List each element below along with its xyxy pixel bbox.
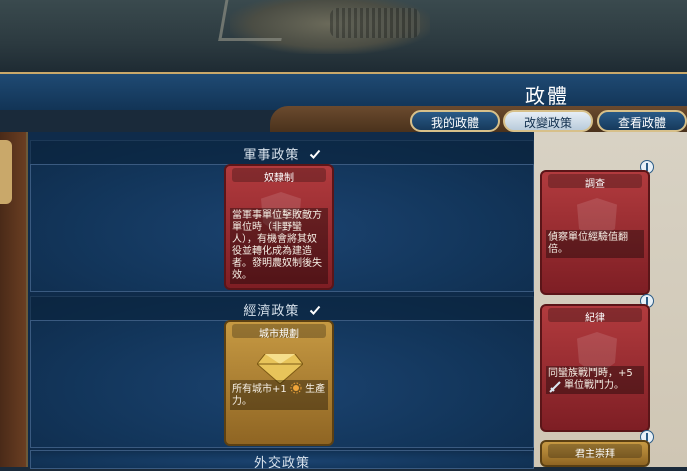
map-city (330, 8, 420, 38)
tab-view-government[interactable]: 查看政體 (597, 110, 687, 132)
tab-my-government[interactable]: 我的政體 (410, 110, 500, 132)
card-title: 城市規劃 (259, 329, 299, 340)
collapse-handle[interactable] (0, 140, 12, 204)
economic-section-header: 經濟政策 (30, 296, 534, 321)
available-card-1[interactable]: 調查 偵察單位經驗值翻倍。 (540, 170, 650, 295)
card-description: 同蠻族戰鬥時，+5 單位戰鬥力。 (546, 366, 644, 394)
economic-section-title: 經濟政策 (243, 304, 300, 319)
sword-icon (549, 381, 561, 393)
card-description-part-1: 所有城市+1 (232, 384, 287, 395)
diplomatic-policy-section: 外交政策 (30, 450, 534, 471)
military-section-title: 軍事政策 (243, 148, 300, 163)
military-section-header: 軍事政策 (30, 140, 534, 165)
economic-policy-card[interactable]: 城市規劃 所有城市+1 生產力。 (224, 320, 334, 446)
card-description: 偵察單位經驗值翻倍。 (546, 230, 644, 258)
military-policy-card[interactable]: 奴隸制 當軍事單位擊敗敵方單位時（非野蠻人），有機會將其奴役並轉化成為建造者。發… (224, 164, 334, 290)
available-card-3[interactable]: 君主崇拜 (540, 440, 650, 467)
card-title: 調查 (585, 179, 605, 190)
card-title: 紀律 (585, 313, 605, 324)
government-title-bar: 政體 (0, 72, 687, 110)
card-description: 當軍事單位擊敗敵方單位時（非野蠻人），有機會將其奴役並轉化成為建造者。發明農奴制… (230, 208, 328, 284)
available-card-2[interactable]: 紀律 同蠻族戰鬥時，+5 單位戰鬥力。 (540, 304, 650, 432)
military-policy-section: 軍事政策 奴隸制 當軍事單位擊敗敵方單位時（非野蠻人），有機會將其奴役並轉化成為… (30, 140, 534, 292)
check-icon (309, 149, 320, 159)
page-title: 政體 (525, 84, 569, 108)
card-title: 奴隸制 (264, 173, 294, 184)
diplomatic-section-title: 外交政策 (253, 456, 310, 471)
economic-policy-section: 經濟政策 城市規劃 所有城市+1 生產力。 (30, 296, 534, 448)
tab-change-policies[interactable]: 改變政策 (503, 110, 593, 132)
card-description-part-1: 同蠻族戰鬥時，+5 (548, 368, 633, 379)
map-view (0, 0, 687, 72)
card-description: 所有城市+1 生產力。 (230, 380, 328, 410)
card-title: 君主崇拜 (575, 449, 615, 460)
production-icon (290, 382, 302, 394)
card-description-part-2: 單位戰鬥力。 (564, 380, 624, 391)
map-coastline (218, 0, 289, 41)
check-icon (309, 305, 320, 315)
